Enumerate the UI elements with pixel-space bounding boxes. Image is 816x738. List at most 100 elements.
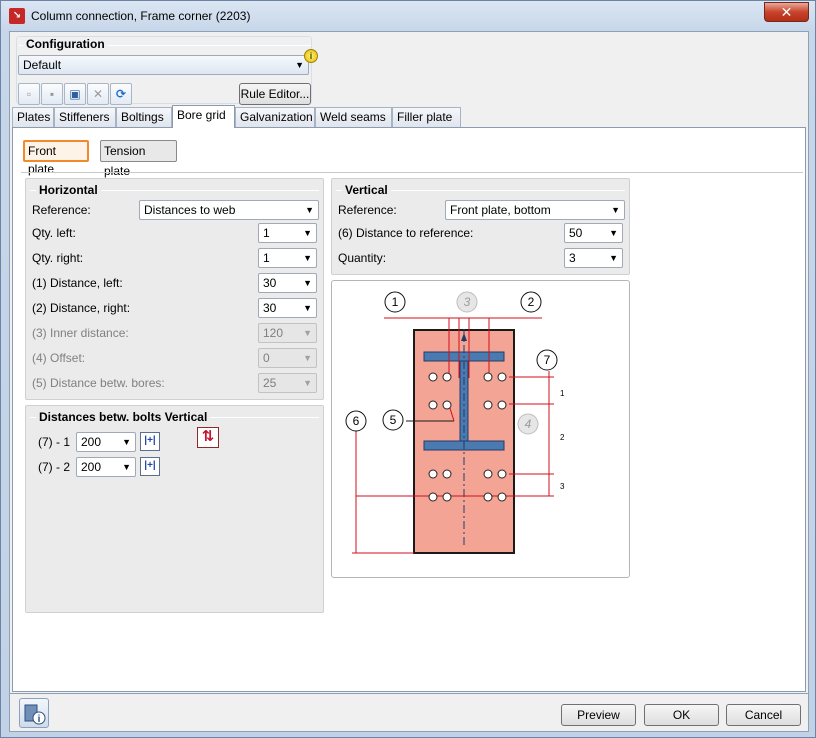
qty-left-select[interactable]: 1 ▼ (258, 223, 317, 243)
delete-icon[interactable]: ✕ (87, 83, 109, 105)
tab-bore-grid[interactable]: Bore grid (172, 105, 235, 128)
v-reference-label: Reference: (338, 203, 397, 217)
bolt-hole (497, 372, 507, 382)
bolt-distance-1-select[interactable]: 200 ▼ (76, 432, 136, 452)
bolt-hole (483, 492, 493, 502)
bolt-hole (428, 372, 438, 382)
save-as-icon[interactable]: ▣ (64, 83, 86, 105)
configuration-select[interactable]: Default ▼ (18, 55, 309, 75)
bolt-hole (442, 372, 452, 382)
chevron-down-icon: ▼ (611, 205, 620, 215)
distance-left-value: 30 (263, 276, 277, 290)
bolt-distance-2-value: 200 (81, 460, 102, 474)
help-info-icon[interactable]: i (19, 698, 49, 728)
distance-left-select[interactable]: 30 ▼ (258, 273, 317, 293)
quantity-value: 3 (569, 251, 576, 265)
dialog-window: ↘ Column connection, Frame corner (2203)… (0, 0, 816, 738)
distance-between-bores-value: 25 (263, 376, 277, 390)
bore-grid-svg: 1 3 2 7 5 4 6 1 2 3 (345, 291, 565, 554)
info-icon: i (304, 49, 318, 63)
preview-button[interactable]: Preview (561, 704, 636, 726)
offset-label: (4) Offset: (32, 351, 86, 365)
close-button[interactable]: ✕ (764, 2, 809, 22)
tab-weld-seams[interactable]: Weld seams (315, 107, 392, 127)
h-reference-select[interactable]: Distances to web ▼ (139, 200, 319, 220)
inner-distance-label: (3) Inner distance: (32, 326, 129, 340)
distance-right-value: 30 (263, 301, 277, 315)
chevron-down-icon: ▼ (122, 462, 131, 472)
chevron-down-icon: ▼ (295, 60, 304, 70)
distance-left-label: (1) Distance, left: (32, 276, 123, 290)
rule-editor-button[interactable]: Rule Editor... (239, 83, 311, 105)
distance-right-label: (2) Distance, right: (32, 301, 131, 315)
bolt-hole (497, 400, 507, 410)
offset-value: 0 (263, 351, 270, 365)
chevron-down-icon: ▼ (609, 228, 618, 238)
bolt-hole (483, 372, 493, 382)
chevron-down-icon: ▼ (303, 353, 312, 363)
tension-plate-subtab[interactable]: Tension plate (100, 140, 177, 178)
distance-between-bores-label: (5) Distance betw. bores: (32, 376, 165, 390)
chevron-down-icon: ▼ (303, 228, 312, 238)
new-icon[interactable]: ▫ (18, 83, 40, 105)
distance-to-reference-select[interactable]: 50 ▼ (564, 223, 623, 243)
distance-to-reference-value: 50 (569, 226, 583, 240)
chevron-down-icon: ▼ (303, 278, 312, 288)
callout-4-text: 4 (525, 417, 532, 431)
tab-filler-plate[interactable]: Filler plate (392, 107, 461, 127)
spacing-icon[interactable]: |+| (140, 457, 160, 476)
h-reference-value: Distances to web (144, 203, 236, 217)
row-label-2: 2 (560, 433, 565, 442)
h-reference-label: Reference: (32, 203, 91, 217)
horizontal-heading: Horizontal (36, 183, 101, 197)
spacing-icon[interactable]: |+| (140, 432, 160, 451)
bore-grid-drawing: 1 3 2 7 5 4 6 1 2 3 (331, 280, 630, 578)
subtab-divider (21, 172, 803, 173)
bolt-distance-2-select[interactable]: 200 ▼ (76, 457, 136, 477)
refresh-icon[interactable]: ⟳ (110, 83, 132, 105)
chevron-down-icon: ▼ (303, 378, 312, 388)
callout-3-text: 3 (464, 295, 471, 309)
inner-distance-select: 120 ▼ (258, 323, 317, 343)
callout-6-text: 6 (353, 414, 360, 428)
configuration-selected-value: Default (23, 58, 62, 72)
help-info-svg: i (24, 704, 46, 725)
bolt-hole (428, 400, 438, 410)
callout-2-text: 2 (528, 295, 535, 309)
chevron-down-icon: ▼ (122, 437, 131, 447)
vertical-heading: Vertical (342, 183, 391, 197)
window-title: Column connection, Frame corner (2203) (31, 9, 251, 23)
bolt-hole (497, 492, 507, 502)
front-plate-subtab[interactable]: Front plate (23, 140, 89, 176)
inner-distance-value: 120 (263, 326, 284, 340)
qty-left-value: 1 (263, 226, 270, 240)
bolt-hole (442, 469, 452, 479)
v-reference-select[interactable]: Front plate, bottom ▼ (445, 200, 625, 220)
tab-plates[interactable]: Plates (12, 107, 54, 127)
cancel-button[interactable]: Cancel (726, 704, 801, 726)
bolts-vertical-group: Distances betw. bolts Vertical (7) - 1 2… (25, 405, 324, 613)
swap-direction-icon[interactable]: ⇅ (197, 427, 219, 448)
v-reference-value: Front plate, bottom (450, 203, 551, 217)
qty-right-label: Qty. right: (32, 251, 84, 265)
bolt-hole (497, 469, 507, 479)
distance-right-select[interactable]: 30 ▼ (258, 298, 317, 318)
title-bar[interactable]: ↘ Column connection, Frame corner (2203)… (1, 1, 815, 31)
chevron-down-icon: ▼ (303, 253, 312, 263)
tab-stiffeners[interactable]: Stiffeners (54, 107, 116, 127)
bore-grid-tab-page: Front plate Tension plate Horizontal Ref… (12, 127, 806, 692)
qty-left-label: Qty. left: (32, 226, 76, 240)
dialog-footer: i Preview OK Cancel (9, 694, 809, 732)
distance-between-bores-select: 25 ▼ (258, 373, 317, 393)
tab-boltings[interactable]: Boltings (116, 107, 172, 127)
quantity-select[interactable]: 3 ▼ (564, 248, 623, 268)
chevron-down-icon: ▼ (303, 303, 312, 313)
qty-right-select[interactable]: 1 ▼ (258, 248, 317, 268)
tab-galvanization[interactable]: Galvanization (235, 107, 315, 127)
bolt-distance-row-label: (7) - 1 (38, 435, 71, 449)
chevron-down-icon: ▼ (305, 205, 314, 215)
app-logo-icon: ↘ (9, 8, 25, 24)
save-icon[interactable]: ▪ (41, 83, 63, 105)
ok-button[interactable]: OK (644, 704, 719, 726)
callout-1-text: 1 (392, 295, 399, 309)
